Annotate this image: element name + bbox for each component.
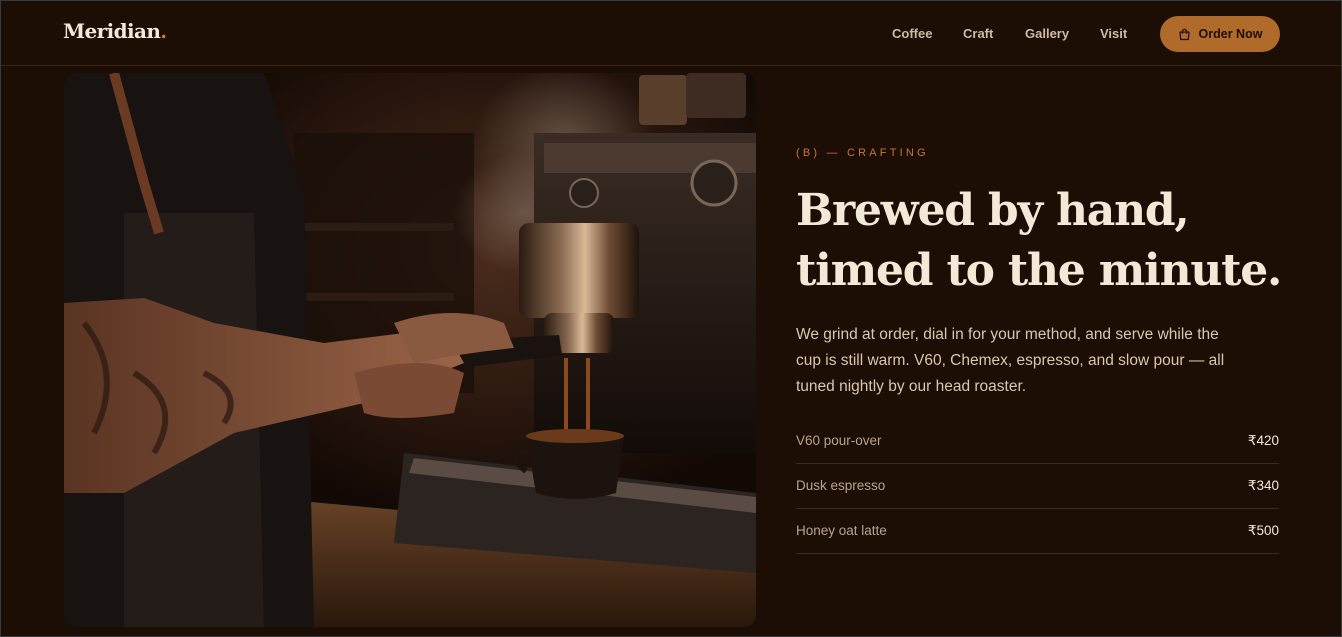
section-description: We grind at order, dial in for your meth… xyxy=(796,326,1225,395)
main-nav: Coffee Craft Gallery Visit xyxy=(1,26,1341,44)
menu-item-price: ₹500 xyxy=(1247,523,1279,538)
nav-link-visit[interactable]: Visit xyxy=(1100,26,1127,41)
nav-link-craft[interactable]: Craft xyxy=(963,26,993,41)
section-eyebrow: (B) — CRAFTING xyxy=(796,147,929,159)
nav-link-coffee[interactable]: Coffee xyxy=(892,26,932,41)
menu-item-price: ₹340 xyxy=(1247,478,1279,493)
menu-item-price: ₹420 xyxy=(1247,433,1279,448)
headline-line-1: Brewed by hand, xyxy=(796,185,1190,236)
menu-item-name: V60 pour-over xyxy=(796,433,882,448)
site-header: Meridian. Coffee Craft Gallery Visit Ord… xyxy=(1,1,1341,66)
barista-espresso-photo xyxy=(64,73,756,627)
headline-line-2: timed to the minute. xyxy=(796,245,1282,296)
menu-item-name: Honey oat latte xyxy=(796,523,887,538)
menu-item-name: Dusk espresso xyxy=(796,478,886,493)
nav-link-gallery[interactable]: Gallery xyxy=(1025,26,1069,41)
order-now-label: Order Now xyxy=(1198,27,1263,41)
price-list: V60 pour-over ₹420 Dusk espresso ₹340 Ho… xyxy=(796,419,1279,554)
price-list-row: V60 pour-over ₹420 xyxy=(796,419,1279,464)
shopping-bag-icon xyxy=(1178,28,1190,40)
section-headline: Brewed by hand, timed to the minute. xyxy=(796,181,1316,301)
order-now-button[interactable]: Order Now xyxy=(1160,16,1280,52)
price-list-row: Dusk espresso ₹340 xyxy=(796,464,1279,509)
price-list-row: Honey oat latte ₹500 xyxy=(796,509,1279,554)
barista-photo-illustration xyxy=(64,73,756,627)
